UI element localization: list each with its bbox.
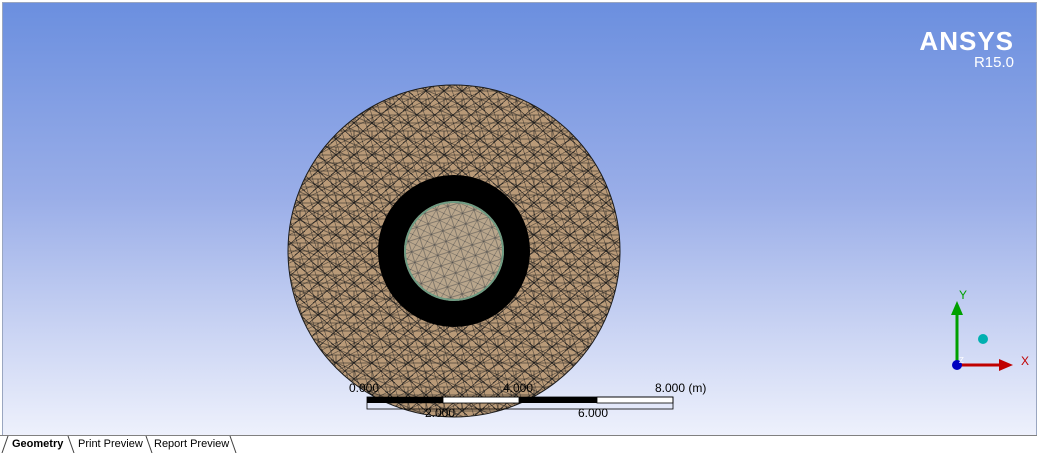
- tab-geometry[interactable]: Geometry: [8, 437, 67, 452]
- scale-seg-1: [367, 397, 443, 403]
- scale-label-6: 6.000: [578, 406, 609, 420]
- x-axis-label: X: [1021, 354, 1029, 368]
- y-axis-arrow-icon: [951, 301, 963, 315]
- graphics-viewport[interactable]: ANSYS R15.0 0.000 4.000 8.000 (m) 2.000 …: [2, 2, 1037, 437]
- z-axis-label: Z: [959, 356, 964, 365]
- scale-label-2: 2.000: [425, 406, 456, 420]
- scale-label-8: 8.000 (m): [655, 381, 707, 395]
- scale-label-4: 4.000: [503, 381, 534, 395]
- coordinate-triad[interactable]: Y X Z: [933, 285, 1033, 375]
- view-tab-bar: Geometry Print Preview Report Preview: [0, 435, 1037, 454]
- scale-seg-2: [442, 396, 520, 404]
- tab-report-preview[interactable]: Report Preview: [150, 437, 233, 452]
- scale-label-0: 0.000: [349, 381, 380, 395]
- inner-domain: [404, 201, 504, 301]
- scale-seg-4: [596, 396, 674, 404]
- isometric-sphere-icon[interactable]: [978, 334, 988, 344]
- tab-separator-icon: [229, 436, 237, 453]
- tab-print-preview[interactable]: Print Preview: [74, 437, 147, 452]
- mesh-model[interactable]: [3, 3, 1036, 436]
- x-axis-arrow-icon: [999, 359, 1013, 371]
- y-axis-label: Y: [959, 288, 967, 302]
- scale-seg-3: [519, 397, 597, 403]
